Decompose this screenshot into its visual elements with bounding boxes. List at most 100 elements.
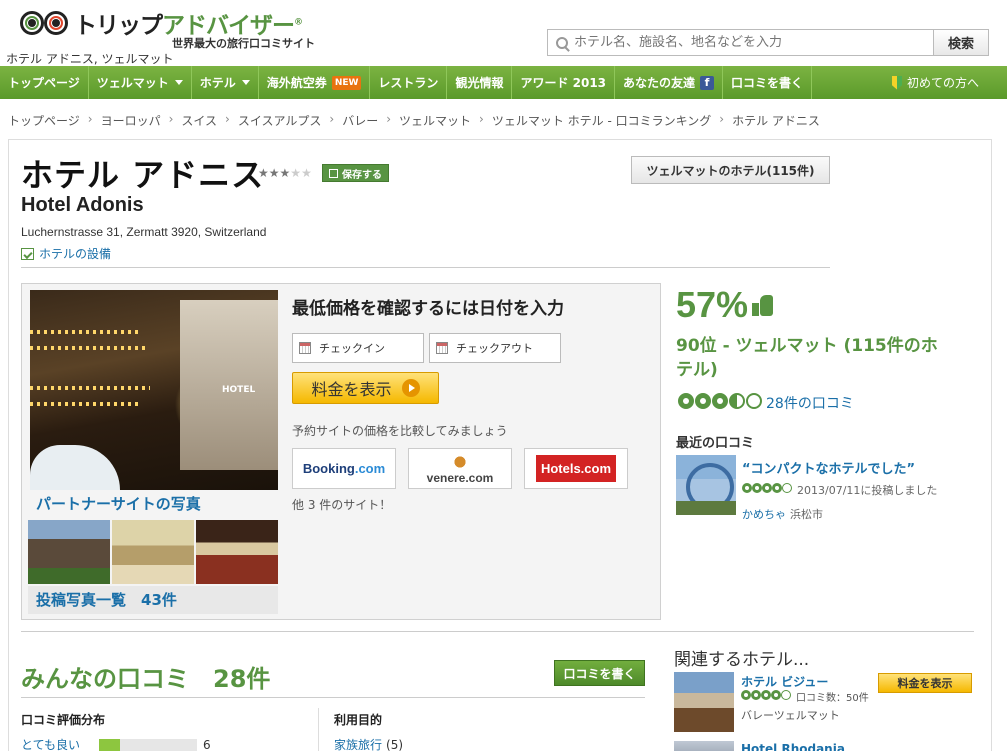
hotel-sign: HOTEL — [222, 385, 256, 395]
hotel-english-name: Hotel Adonis — [21, 194, 144, 216]
nav-restaurants[interactable]: レストラン — [370, 66, 448, 99]
recent-review-quote[interactable]: “コンパクトなホテルでした” — [742, 458, 915, 477]
breadcrumb-item[interactable]: トップページ — [8, 112, 80, 129]
rating-label[interactable]: とても良い — [21, 736, 99, 751]
bubble-icon — [678, 393, 694, 409]
arrow-right-icon — [401, 379, 420, 397]
reviews-heading: みんなの口コミ 28件 — [21, 665, 271, 693]
related-hotel-name[interactable]: Hotel Rhodania — [741, 742, 845, 751]
star-icon: ★ — [258, 166, 269, 180]
related-hotel-name[interactable]: ホテル ビジュー — [741, 673, 828, 690]
divider — [21, 267, 830, 268]
breadcrumb-item[interactable]: ツェルマット ホテル - 口コミランキング — [492, 112, 711, 129]
thumbs-up-icon — [752, 293, 774, 317]
reviewer-photo[interactable] — [676, 455, 736, 515]
page-title: ホテル アドニス — [21, 156, 265, 194]
venere-button[interactable]: venere.com — [408, 448, 512, 489]
site-header: トリップアドバイザー® 世界最大の旅行口コミサイト ホテル アドニス, ツェルマ… — [0, 0, 1007, 68]
breadcrumb-item[interactable]: スイスアルプス — [238, 112, 322, 129]
nav-top-page[interactable]: トップページ — [0, 66, 89, 99]
save-icon — [329, 168, 338, 178]
breadcrumb-item[interactable]: スイス — [181, 112, 217, 129]
checkin-field[interactable]: チェックイン — [292, 333, 424, 363]
recent-reviews-title: 最近の口コミ — [676, 436, 755, 451]
save-button[interactable]: 保存する — [322, 164, 389, 182]
nav-friends[interactable]: あなたの友達 f — [615, 66, 724, 99]
nav-awards[interactable]: アワード 2013 — [512, 66, 616, 99]
nav-attractions[interactable]: 観光情報 — [447, 66, 513, 99]
calendar-icon — [299, 342, 311, 354]
bubble-rating — [678, 393, 763, 409]
nav-first-time[interactable]: 初めての方へ — [886, 66, 1007, 99]
chevron-down-icon — [174, 80, 183, 85]
photo-thumbnail[interactable] — [28, 520, 110, 584]
related-hotel-photo[interactable] — [674, 741, 734, 751]
nav-flights[interactable]: 海外航空券 NEW — [259, 66, 371, 99]
facebook-icon: f — [700, 75, 715, 90]
star-icon: ★ — [279, 166, 291, 180]
booking-com-button[interactable]: Booking.com — [292, 448, 396, 489]
photo-thumbnail[interactable] — [112, 520, 194, 584]
venere-logo: venere.com — [427, 453, 493, 484]
new-badge: NEW — [331, 75, 362, 90]
search-box[interactable] — [547, 29, 934, 56]
city-hotels-button[interactable]: ツェルマットのホテル(115件) — [631, 156, 830, 184]
hotel-main-photo[interactable]: HOTEL — [30, 290, 278, 490]
gallery-link[interactable]: 投稿写真一覧 43件 — [28, 586, 278, 614]
nav-hotels[interactable]: ホテル — [192, 66, 259, 99]
site-tagline: 世界最大の旅行口コミサイト — [172, 37, 315, 50]
breadcrumb-item[interactable]: バレー — [342, 112, 378, 129]
hotels-com-button[interactable]: Hotels.com — [524, 448, 628, 489]
breadcrumb: トップページ › ヨーロッパ › スイス › スイスアルプス › バレー › ツェルマット… — [8, 112, 820, 129]
checklist-icon — [21, 247, 34, 260]
show-price-button[interactable]: 料金を表示 — [292, 372, 439, 404]
amenities-link[interactable]: ホテルの設備 — [21, 245, 111, 262]
recent-bubble-rating — [742, 483, 792, 493]
booking-com-logo: Booking.com — [302, 461, 386, 476]
search-input[interactable] — [574, 35, 914, 50]
more-sites-link[interactable]: 他 3 件のサイト！ — [292, 496, 391, 513]
breadcrumb-item[interactable]: ツェルマット — [399, 112, 471, 129]
search-icon — [556, 36, 568, 49]
partner-photos-link[interactable]: パートナーサイトの写真 — [30, 490, 278, 518]
trip-purpose-item[interactable]: 家族旅行 (5) — [334, 736, 403, 751]
reviewer-name[interactable]: かめちゃ — [742, 508, 786, 521]
review-count-link[interactable]: 28件の口コミ — [766, 393, 854, 413]
reviewer: かめちゃ 浜松市 — [742, 506, 823, 522]
write-review-button[interactable]: 口コミを書く — [554, 660, 645, 686]
nav-zermatt[interactable]: ツェルマット — [89, 66, 192, 99]
rating-count: 6 — [203, 737, 211, 751]
star-rating: ★ ★ ★ ★ ★ — [258, 167, 312, 179]
beginner-leaf-icon — [891, 75, 902, 90]
reviewer-location: 浜松市 — [790, 508, 823, 521]
bubble-icon — [751, 690, 761, 700]
bubble-empty-icon — [782, 483, 792, 493]
breadcrumb-current: ホテル アドニス — [732, 114, 820, 128]
divider — [21, 697, 645, 698]
hotels-com-logo: Hotels.com — [535, 455, 617, 482]
bubble-icon — [752, 483, 762, 493]
related-hotel-location: バレーツェルマット — [741, 709, 840, 722]
bubble-icon — [772, 483, 782, 493]
related-show-price-button[interactable]: 料金を表示 — [878, 673, 972, 693]
related-hotel-photo[interactable] — [674, 672, 734, 732]
star-icon: ★ — [290, 166, 302, 180]
star-icon: ★ — [301, 166, 312, 180]
photo-thumbnail[interactable] — [196, 520, 278, 584]
rating-bar-fill — [99, 738, 120, 751]
checkout-field[interactable]: チェックアウト — [429, 333, 561, 363]
nav-write-review[interactable]: 口コミを書く — [723, 66, 813, 99]
rating-bar — [99, 738, 197, 751]
search-button[interactable]: 検索 — [933, 29, 989, 56]
rating-distribution-row[interactable]: とても良い 6 — [21, 736, 211, 751]
calendar-icon — [436, 342, 448, 354]
review-date: 2013/07/11に投稿しました — [797, 484, 938, 497]
popularity-rank[interactable]: 90位 - ツェルマット (115件のホテル) — [676, 334, 946, 382]
bubble-icon — [742, 483, 752, 493]
divider — [21, 631, 974, 632]
rating-distribution-title: 口コミ評価分布 — [21, 713, 106, 727]
trip-purpose-title: 利用目的 — [334, 713, 383, 727]
breadcrumb-item[interactable]: ヨーロッパ — [101, 112, 161, 129]
bubble-icon — [695, 393, 711, 409]
recommend-percent: 57% — [676, 284, 774, 326]
